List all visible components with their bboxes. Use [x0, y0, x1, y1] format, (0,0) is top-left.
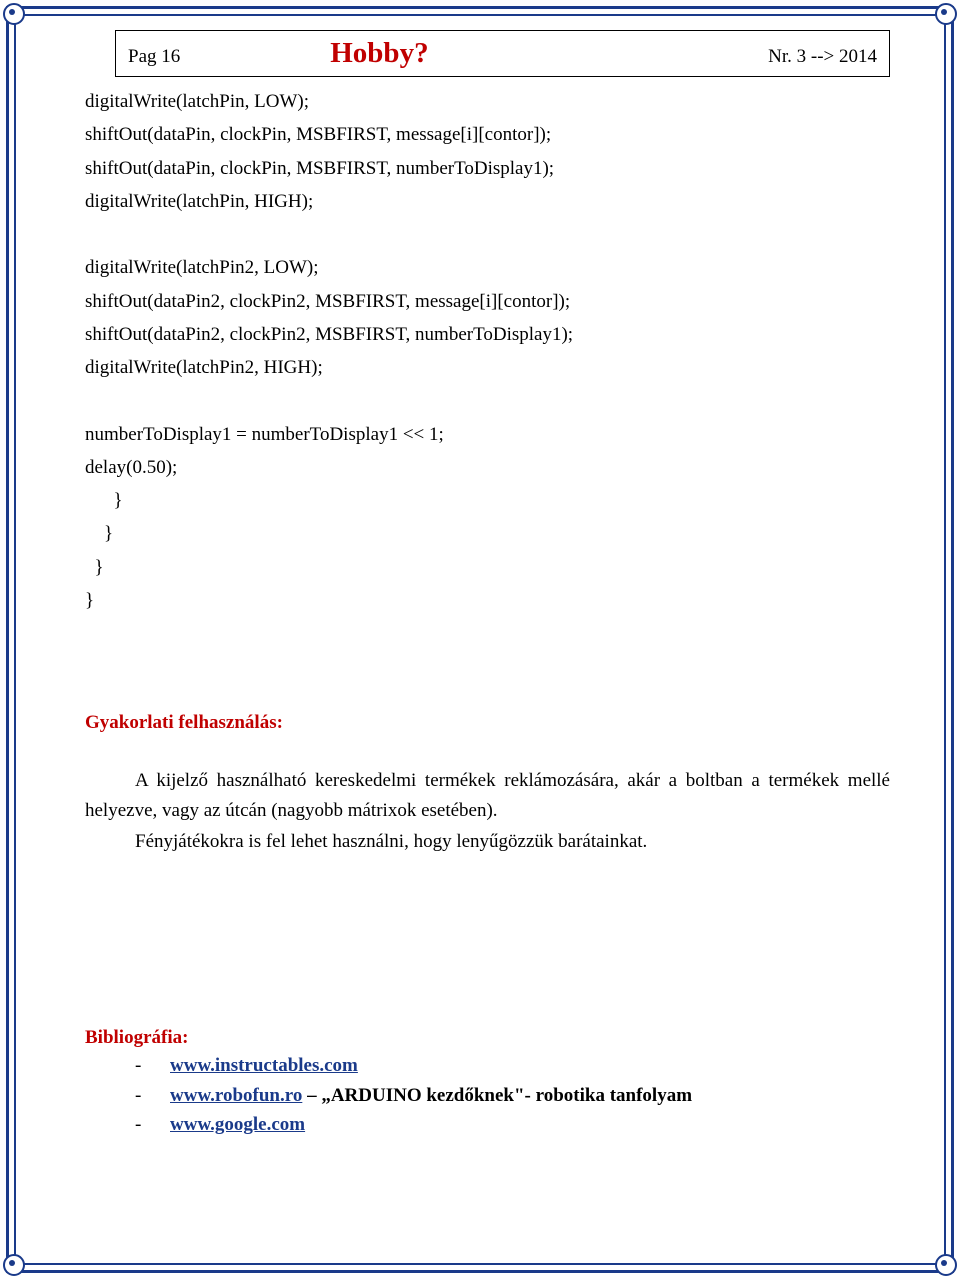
- code-line: digitalWrite(latchPin, HIGH);: [85, 185, 890, 218]
- section-title: Gyakorlati felhasználás:: [85, 712, 890, 734]
- magazine-title: Hobby?: [330, 37, 768, 70]
- corner-ornament-bl: [3, 1254, 25, 1276]
- bibliography-list: - www.instructables.com - www.robofun.ro…: [85, 1051, 890, 1139]
- page-header: Pag 16 Hobby? Nr. 3 --> 2014: [115, 30, 890, 77]
- bibliography-rest: – „ARDUINO kezdőknek"- robotika tanfolya…: [302, 1085, 692, 1106]
- bibliography-link[interactable]: www.robofun.ro: [170, 1085, 302, 1106]
- code-line: digitalWrite(latchPin2, HIGH);: [85, 351, 890, 384]
- list-dash: -: [135, 1081, 170, 1110]
- corner-ornament-tl: [3, 3, 25, 25]
- list-dash: -: [135, 1051, 170, 1080]
- code-brace: }: [85, 551, 890, 584]
- code-line: digitalWrite(latchPin, LOW);: [85, 85, 890, 118]
- code-line: shiftOut(dataPin2, clockPin2, MSBFIRST, …: [85, 285, 890, 318]
- bibliography-item: - www.google.com: [135, 1110, 890, 1139]
- bibliography-link[interactable]: www.google.com: [170, 1114, 305, 1135]
- code-line: shiftOut(dataPin, clockPin, MSBFIRST, me…: [85, 118, 890, 151]
- list-dash: -: [135, 1110, 170, 1139]
- paragraph-text-2: Fényjátékokra is fel lehet használni, ho…: [135, 831, 647, 852]
- bibliography-item: - www.instructables.com: [135, 1051, 890, 1080]
- paragraph-usage: A kijelző használható kereskedelmi termé…: [85, 766, 890, 857]
- bibliography-title: Bibliográfia:: [85, 1027, 890, 1049]
- code-brace: }: [85, 584, 890, 617]
- code-blank: [85, 384, 890, 417]
- code-blank: [85, 218, 890, 251]
- issue-number: Nr. 3 --> 2014: [768, 46, 877, 68]
- code-block: digitalWrite(latchPin, LOW); shiftOut(da…: [85, 85, 890, 617]
- bibliography-link[interactable]: www.instructables.com: [170, 1055, 358, 1076]
- page-content: Pag 16 Hobby? Nr. 3 --> 2014 digitalWrit…: [85, 30, 890, 1249]
- code-line: digitalWrite(latchPin2, LOW);: [85, 251, 890, 284]
- paragraph-text-1: A kijelző használható kereskedelmi termé…: [85, 770, 890, 821]
- code-line: shiftOut(dataPin, clockPin, MSBFIRST, nu…: [85, 152, 890, 185]
- corner-ornament-br: [935, 1254, 957, 1276]
- bibliography-item: - www.robofun.ro – „ARDUINO kezdőknek"- …: [135, 1081, 890, 1110]
- page-number-left: Pag 16: [128, 46, 180, 68]
- code-brace: }: [85, 484, 890, 517]
- code-line: numberToDisplay1 = numberToDisplay1 << 1…: [85, 418, 890, 451]
- code-brace: }: [85, 517, 890, 550]
- code-line: delay(0.50);: [85, 451, 890, 484]
- corner-ornament-tr: [935, 3, 957, 25]
- code-line: shiftOut(dataPin2, clockPin2, MSBFIRST, …: [85, 318, 890, 351]
